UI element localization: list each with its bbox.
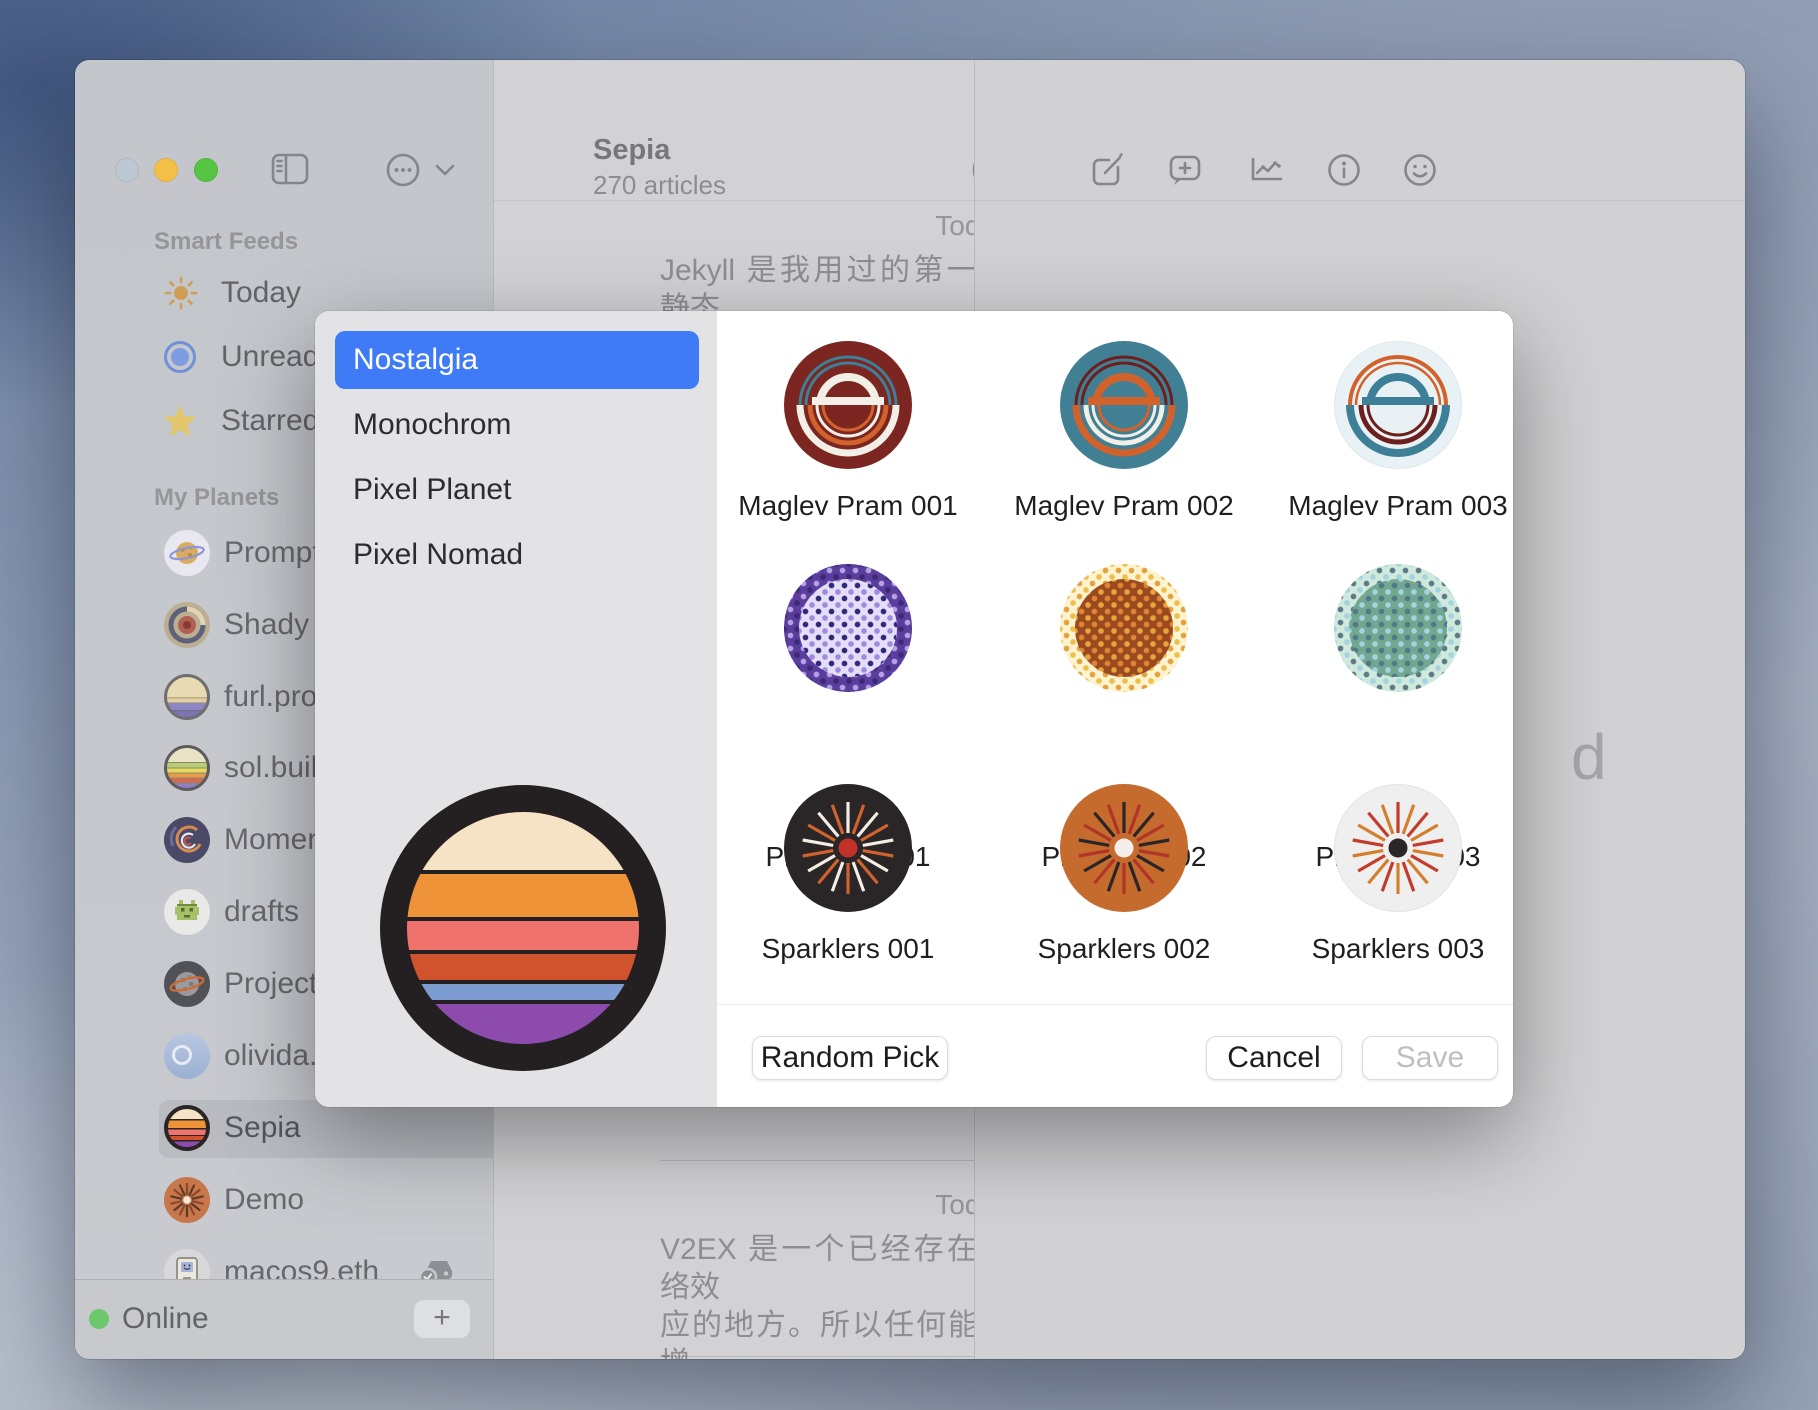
sidebar-item-sepia[interactable]: Sepia	[224, 1111, 301, 1145]
feed-title: Sepia	[593, 134, 670, 167]
sparklers-002-icon	[1060, 784, 1188, 912]
desktop: Smart Feeds Today Unread 929	[0, 0, 1818, 1410]
planet-avatar-sol-build	[164, 745, 210, 791]
planet-avatar-drafts	[164, 889, 210, 935]
avatar-label: Maglev Pram 003	[1258, 489, 1513, 523]
sparklers-001-icon	[784, 784, 912, 912]
maglev-pram-002-icon	[1060, 341, 1188, 469]
article-summary: V2EX 是一个已经存在网络效 应的地方。所以任何能够增…	[660, 1231, 1010, 1359]
add-planet-button[interactable]: +	[414, 1300, 470, 1338]
avatar-cell-sparklers-002[interactable]: Sparklers 002	[984, 776, 1264, 966]
unread-circle-icon	[164, 341, 196, 373]
comment-plus-icon[interactable]	[1165, 150, 1205, 190]
avatar-label: Maglev Pram 001	[708, 489, 988, 523]
avatar-preview-sunset	[407, 812, 639, 1044]
article-date: Today	[660, 1189, 1010, 1221]
picker-footer-divider	[717, 1004, 1513, 1005]
planet-avatar-shady-canyon	[164, 602, 210, 648]
save-button[interactable]: Save	[1362, 1036, 1498, 1080]
sidebar-item-today[interactable]: Today	[221, 276, 301, 310]
sidebar-item-demo[interactable]: Demo	[224, 1183, 304, 1217]
detail-partial-text: d	[1571, 720, 1607, 794]
article-date: Today	[660, 210, 1010, 242]
sidebar-item-starred[interactable]: Starred	[221, 404, 319, 438]
category-list: Nostalgia Monochrom Pixel Planet Pixel N…	[315, 331, 717, 591]
chevron-down-icon	[437, 166, 453, 174]
planet-avatar-furl-pro	[164, 674, 210, 720]
avatar-picker-dialog: Nostalgia Monochrom Pixel Planet Pixel N…	[315, 311, 1513, 1107]
avatar-cell-sparklers-003[interactable]: Sparklers 003	[1258, 776, 1513, 966]
pingfeng-001-icon	[784, 564, 912, 692]
avatar-cell-maglev-pram-002[interactable]: Maglev Pram 002	[984, 333, 1264, 523]
picker-category-panel: Nostalgia Monochrom Pixel Planet Pixel N…	[315, 311, 717, 1107]
pingfeng-003-icon	[1334, 564, 1462, 692]
sidebar-footer: Online +	[75, 1279, 493, 1359]
planet-avatar-sepia	[164, 1105, 210, 1151]
online-status-label: Online	[122, 1302, 209, 1336]
more-menu-button[interactable]	[385, 152, 465, 188]
minimize-button[interactable]	[154, 158, 178, 182]
avatar-label: Sparklers 003	[1258, 932, 1513, 966]
zoom-button[interactable]	[194, 158, 218, 182]
sidebar-item-furl-pro[interactable]: furl.pro	[224, 680, 317, 714]
list-divider	[660, 1160, 1016, 1161]
section-my-planets: My Planets	[154, 484, 279, 512]
maglev-pram-003-icon	[1334, 341, 1462, 469]
sparklers-003-icon	[1334, 784, 1462, 912]
cancel-button[interactable]: Cancel	[1206, 1036, 1342, 1080]
smiley-icon[interactable]	[1400, 150, 1440, 190]
list-divider	[660, 1356, 1016, 1357]
planet-avatar-olivida	[164, 1033, 210, 1079]
planet-avatar-demo	[164, 1177, 210, 1223]
avatar-label: Maglev Pram 002	[984, 489, 1264, 523]
sidebar-item-unread[interactable]: Unread	[221, 340, 319, 374]
category-pixel-nomad[interactable]: Pixel Nomad	[335, 526, 699, 584]
star-icon	[162, 403, 198, 439]
analytics-chart-icon[interactable]	[1246, 150, 1286, 190]
online-status-dot	[89, 1309, 109, 1329]
sun-icon	[164, 276, 198, 310]
article-row[interactable]: Today V2EX 是一个已经存在网络效 应的地方。所以任何能够增…	[660, 1189, 1010, 1359]
category-monochrom[interactable]: Monochrom	[335, 396, 699, 454]
info-icon[interactable]	[1324, 150, 1364, 190]
avatar-cell-sparklers-001[interactable]: Sparklers 001	[708, 776, 988, 966]
section-smart-feeds: Smart Feeds	[154, 228, 298, 256]
avatar-label: Sparklers 001	[708, 932, 988, 966]
avatar-label: Sparklers 002	[984, 932, 1264, 966]
planet-avatar-moments	[164, 817, 210, 863]
planet-avatar-project-planet	[164, 961, 210, 1007]
avatar-cell-maglev-pram-003[interactable]: Maglev Pram 003	[1258, 333, 1513, 523]
feed-article-count: 270 articles	[593, 170, 726, 201]
close-button[interactable]	[115, 158, 139, 182]
toolbar-divider	[493, 200, 1745, 201]
toggle-sidebar-icon[interactable]	[270, 150, 310, 188]
pingfeng-002-icon	[1060, 564, 1188, 692]
avatar-cell-maglev-pram-001[interactable]: Maglev Pram 001	[708, 333, 988, 523]
category-nostalgia[interactable]: Nostalgia	[335, 331, 699, 389]
random-pick-button[interactable]: Random Pick	[752, 1036, 948, 1080]
sidebar-item-drafts[interactable]: drafts	[224, 895, 299, 929]
category-pixel-planet[interactable]: Pixel Planet	[335, 461, 699, 519]
compose-icon[interactable]	[1087, 150, 1127, 190]
avatar-preview	[380, 785, 666, 1071]
planet-avatar-prompts	[164, 530, 210, 576]
maglev-pram-001-icon	[784, 341, 912, 469]
